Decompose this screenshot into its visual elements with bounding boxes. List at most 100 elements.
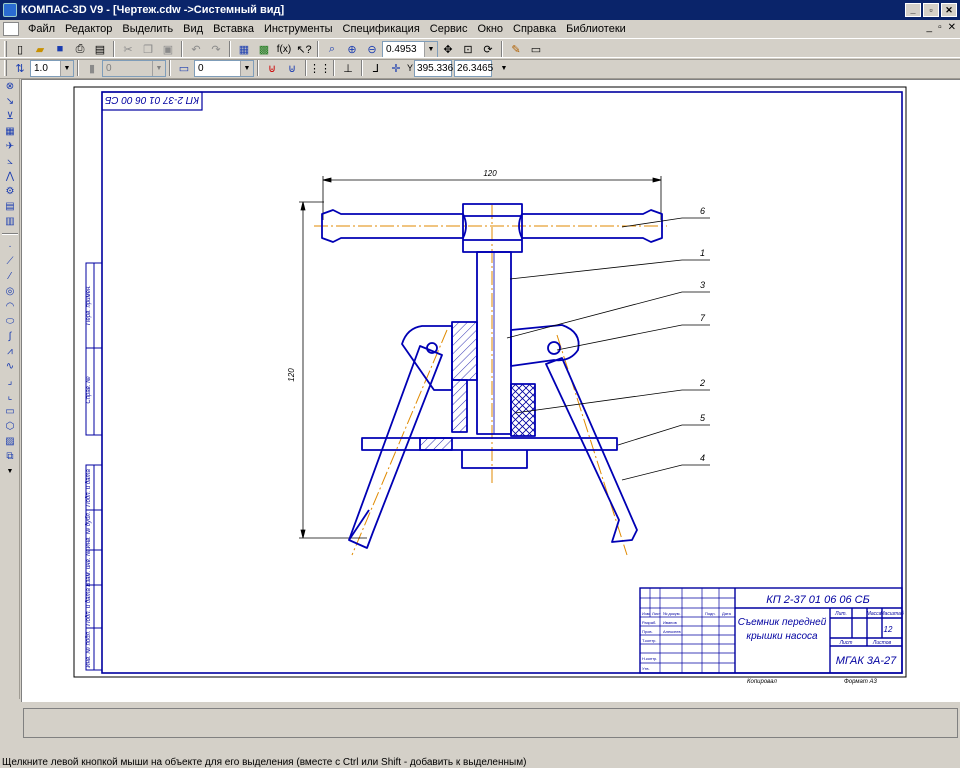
- side-label-podp1: Подп. и дата: [86, 469, 92, 507]
- chevron-down-icon[interactable]: ▼: [60, 60, 73, 76]
- bezier-icon[interactable]: ∿: [1, 359, 19, 374]
- rectangle-icon[interactable]: ▭: [1, 404, 19, 419]
- cut-icon[interactable]: ✂: [119, 41, 137, 57]
- copy-icon[interactable]: ❐: [139, 41, 157, 57]
- preview-icon[interactable]: ▤: [91, 41, 109, 57]
- contour-icon[interactable]: ⧉: [1, 449, 19, 464]
- pan-icon[interactable]: ✥: [439, 41, 457, 57]
- zoom-area-icon[interactable]: ⌕: [323, 41, 341, 57]
- refresh-icon[interactable]: ⟳: [479, 41, 497, 57]
- menu-specification[interactable]: Спецификация: [338, 23, 425, 35]
- grid-icon[interactable]: ⋮⋮: [309, 60, 331, 76]
- parametrization-icon[interactable]: ✈: [1, 139, 19, 154]
- menu-help[interactable]: Справка: [508, 23, 561, 35]
- segment-icon[interactable]: ⁄: [1, 269, 19, 284]
- cursor-step-combo[interactable]: 1.0 ▼: [30, 59, 74, 77]
- mdi-minimize-button[interactable]: _: [927, 22, 933, 33]
- menu-view[interactable]: Вид: [178, 23, 208, 35]
- layer-combo[interactable]: 0 ▼: [102, 59, 166, 77]
- document-icon[interactable]: [3, 22, 19, 36]
- tb-row-check: Пров.: [642, 629, 653, 634]
- zoom-in-icon[interactable]: ⊕: [343, 41, 361, 57]
- minimize-button[interactable]: _: [905, 3, 921, 17]
- circle-icon[interactable]: ◎: [1, 284, 19, 299]
- zoom-out-icon[interactable]: ⊖: [363, 41, 381, 57]
- property-panel-area: [0, 702, 960, 756]
- layer-icon[interactable]: ▮: [83, 60, 101, 76]
- chevron-down-icon[interactable]: ▼: [152, 60, 165, 76]
- designations-icon[interactable]: ⊻: [1, 109, 19, 124]
- style-combo[interactable]: 0 ▼: [194, 59, 254, 77]
- state-icon[interactable]: ▭: [175, 60, 193, 76]
- tb-format: Формат А3: [844, 679, 877, 685]
- current-state-toolbar: ⇅ 1.0 ▼ ▮ 0 ▼ ▭ 0 ▼ ⊍ ⊍ ⋮⋮ ⊥ ⅃ ✛ Y 395.3…: [0, 57, 960, 79]
- menu-libraries[interactable]: Библиотеки: [561, 23, 631, 35]
- chamfer-icon[interactable]: ⌟: [1, 374, 19, 389]
- menu-service[interactable]: Сервис: [425, 23, 473, 35]
- zoom-combo[interactable]: 0.4953 ▼: [382, 40, 438, 58]
- polyline-icon[interactable]: ⩘: [1, 344, 19, 359]
- open-file-icon[interactable]: ▰: [31, 41, 49, 57]
- tb-copied: Копировал: [747, 679, 777, 685]
- fit-all-icon[interactable]: ⊡: [459, 41, 477, 57]
- reports-icon[interactable]: ▤: [1, 199, 19, 214]
- local-cs-icon[interactable]: ⊥: [339, 60, 357, 76]
- fragment-icon[interactable]: ▥: [1, 214, 19, 229]
- tb-check-name: Алексеев: [663, 629, 681, 634]
- menu-window[interactable]: Окно: [472, 23, 508, 35]
- snap-icon[interactable]: ⊍: [263, 60, 281, 76]
- help-pointer-icon[interactable]: ↖?: [295, 41, 313, 57]
- chevron-down-icon[interactable]: ▼: [424, 41, 437, 57]
- tb-hdr-sheets: Листов: [872, 640, 892, 646]
- collapse-icon[interactable]: ▼: [1, 464, 19, 479]
- origin-marker: [73, 635, 112, 678]
- redo-icon[interactable]: ↷: [207, 41, 225, 57]
- save-icon[interactable]: ■: [51, 41, 69, 57]
- spec-icon[interactable]: ⚙: [1, 184, 19, 199]
- menu-tools[interactable]: Инструменты: [259, 23, 338, 35]
- geometry-icon[interactable]: ⊗: [1, 79, 19, 94]
- polygon-icon[interactable]: ⬡: [1, 419, 19, 434]
- coord-y-field[interactable]: 26.3465: [454, 59, 493, 77]
- menu-insert[interactable]: Вставка: [208, 23, 259, 35]
- chevron-down-icon[interactable]: ▼: [495, 60, 513, 76]
- close-button[interactable]: ✕: [941, 3, 957, 17]
- menu-select[interactable]: Выделить: [117, 23, 178, 35]
- point-icon[interactable]: ·: [1, 239, 19, 254]
- mdi-restore-button[interactable]: ▫: [938, 22, 942, 33]
- step-icon[interactable]: ⇅: [11, 60, 29, 76]
- ellipse-icon[interactable]: ⬭: [1, 314, 19, 329]
- select-icon[interactable]: ⋀: [1, 169, 19, 184]
- ortho-icon[interactable]: ⅃: [367, 60, 385, 76]
- side-label-podl: Инв. № подл.: [85, 630, 92, 667]
- chevron-down-icon[interactable]: ▼: [240, 60, 253, 76]
- menu-file[interactable]: Файл: [23, 23, 60, 35]
- snap-local-icon[interactable]: ⊍: [283, 60, 301, 76]
- manager-icon[interactable]: ▦: [235, 41, 253, 57]
- coord-x-field[interactable]: 395.336: [414, 59, 453, 77]
- arc-icon[interactable]: ◠: [1, 299, 19, 314]
- mdi-close-button[interactable]: ✕: [948, 22, 956, 33]
- undo-icon[interactable]: ↶: [187, 41, 205, 57]
- panel-icon[interactable]: ▭: [527, 41, 545, 57]
- paste-icon[interactable]: ▣: [159, 41, 177, 57]
- dimensions-icon[interactable]: ↘: [1, 94, 19, 109]
- coordinates-icon[interactable]: ✛: [387, 60, 405, 76]
- print-icon[interactable]: ⎙: [71, 41, 89, 57]
- measure-icon[interactable]: ⦣: [1, 154, 19, 169]
- properties-icon[interactable]: ✎: [507, 41, 525, 57]
- new-file-icon[interactable]: ▯: [11, 41, 29, 57]
- variables-icon[interactable]: ▩: [255, 41, 273, 57]
- maximize-button[interactable]: ▫: [923, 3, 939, 17]
- hatch-icon[interactable]: ▨: [1, 434, 19, 449]
- editing-icon[interactable]: ▦: [1, 124, 19, 139]
- fillet-icon[interactable]: ⌞: [1, 389, 19, 404]
- menu-editor[interactable]: Редактор: [60, 23, 117, 35]
- spline-icon[interactable]: ∫: [1, 329, 19, 344]
- drawing-area[interactable]: КП 2-37 01 06 00 СБ Перв. примен. Справ.…: [21, 79, 960, 702]
- property-panel[interactable]: [23, 708, 958, 738]
- aux-line-icon[interactable]: ⟋: [1, 254, 19, 269]
- leader-3: 3: [700, 280, 705, 290]
- function-icon[interactable]: f(x): [275, 41, 293, 57]
- tb-organization: МГАК 3А-27: [836, 655, 897, 667]
